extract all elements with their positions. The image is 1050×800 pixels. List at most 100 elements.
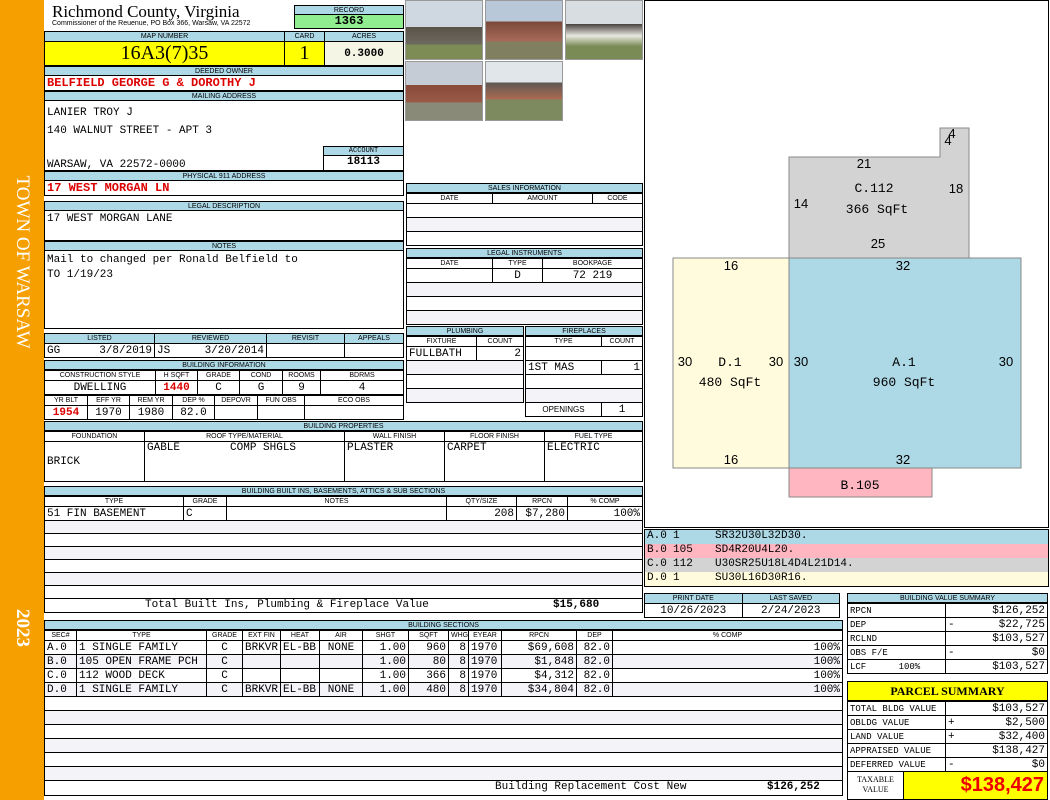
section-cell: 1970	[468, 682, 502, 697]
bi-grade-header: GRADE	[183, 496, 227, 507]
sales-label: SALES INFORMATION	[406, 183, 643, 193]
dim-c-left: 14	[794, 196, 808, 211]
bi-qty-header: QTY/SIZE	[446, 496, 517, 507]
section-cell: 82.0	[576, 668, 613, 683]
property-photo-4[interactable]	[405, 61, 483, 121]
property-photo-2[interactable]	[485, 0, 563, 60]
section-cell: 1970	[468, 640, 502, 655]
vector-code: 1	[673, 572, 680, 584]
fixture-header: FIXTURE	[406, 336, 477, 347]
vector-row-a[interactable]: A.0 1 SR32U30L32D30.	[645, 530, 1048, 544]
vector-sec: B.0	[647, 544, 667, 556]
sales-row	[406, 231, 643, 246]
instr-row	[406, 282, 643, 297]
summary-label: DEFERRED VALUE	[847, 757, 946, 772]
office-address: Commissioner of the Reuenue, PO Box 366,…	[52, 20, 251, 27]
vector-path: U30SR25U18L4D4L21D14.	[715, 558, 854, 570]
bi-rpcn-header: RPCN	[516, 496, 568, 507]
property-photo-1[interactable]	[405, 0, 483, 60]
sections-total: Building Replacement Cost New $126,252	[44, 781, 843, 796]
foundation: BRICK	[44, 441, 145, 482]
section-cell: 366	[408, 668, 449, 683]
label-d-area: 480 SqFt	[699, 375, 761, 390]
section-cell: 8	[448, 668, 469, 683]
revisit-header: REVISIT	[266, 333, 345, 344]
dim-c-notch-h: 4	[944, 133, 951, 148]
bi-grade: C	[183, 506, 227, 521]
fireplaces-label: FIREPLACES	[525, 326, 643, 336]
summary-label: RPCN	[847, 603, 946, 618]
bi-empty-row	[44, 520, 643, 534]
mailing-label: MAILING ADDRESS	[44, 91, 404, 101]
card-number: 1	[284, 41, 325, 66]
section-header: AIR	[319, 630, 363, 641]
table-row: D.0 1 SINGLE FAMILY C BRKVR EL-BB NONE 1.00 480…	[44, 682, 843, 697]
fp-row	[525, 374, 643, 389]
building-sketch[interactable]: 21 14 18 25 4 4 C.112 366 SqFt 16 16 30 …	[644, 0, 1050, 528]
bi-empty-row	[44, 559, 643, 573]
fixture-type: FULLBATH	[406, 346, 477, 361]
depovr	[214, 405, 258, 420]
section-cell: 82.0	[576, 640, 613, 655]
building-info-label: BUILDING INFORMATION	[44, 360, 404, 370]
fp-type-header: TYPE	[525, 336, 602, 347]
section-cell: 1970	[468, 654, 502, 669]
section-cell: 8	[448, 654, 469, 669]
bi-notes	[226, 506, 447, 521]
fuel-type: ELECTRIC	[544, 441, 643, 482]
summary-value: $32,400	[998, 730, 1045, 743]
instr-date-header: DATE	[406, 258, 493, 269]
th-wall: WALL FINISH	[344, 431, 445, 442]
table-row	[44, 766, 843, 781]
empty-row	[44, 766, 843, 781]
print-date: 10/26/2023	[644, 603, 743, 618]
appeals-cell	[344, 343, 404, 358]
bi-qty: 208	[446, 506, 517, 521]
empty-row	[44, 724, 843, 739]
notes: NOTES Mail to changed per Ronald Belfiel…	[44, 241, 404, 329]
section-cell: NONE	[319, 640, 363, 655]
plumbing-label: PLUMBING	[406, 326, 524, 336]
acres-value: 0.3000	[324, 41, 404, 66]
table-row: A.0 1 SINGLE FAMILY C BRKVR EL-BB NONE 1.00 960…	[44, 640, 843, 655]
section-cell: BRKVR	[242, 682, 281, 697]
th-fuel: FUEL TYPE	[544, 431, 643, 442]
vector-path: SR32U30L32D30.	[715, 530, 808, 542]
sections-label: BUILDING SECTIONS	[44, 620, 843, 630]
taxable-label: TAXABLE VALUE	[848, 772, 904, 799]
grade: C	[197, 380, 240, 395]
summary-sign: -	[948, 618, 955, 631]
property-photo-5[interactable]	[485, 61, 563, 121]
section-cell: BRKVR	[242, 640, 281, 655]
vector-path: SU30L16D30R16.	[715, 572, 808, 584]
table-row: B.0 105 OPEN FRAME PCH C 1.00 80 8 1970 $1,848 8…	[44, 654, 843, 669]
reviewed-by: JS	[157, 344, 171, 357]
section-cell: NONE	[319, 682, 363, 697]
th-bdrms: BDRMS	[320, 370, 404, 381]
property-photo-3[interactable]	[565, 0, 643, 60]
vector-row-d[interactable]: D.0 1 SU30L16D30R16.	[645, 572, 1048, 586]
vector-row-b[interactable]: B.0 105 SD4R20U4L20.	[645, 544, 1048, 558]
map-label: MAP NUMBER	[44, 31, 285, 42]
section-header: SEC#	[44, 630, 77, 641]
summary-value: $103,527	[992, 660, 1045, 673]
built-ins: BUILDING BUILT INS, BASEMENTS, ATTICS & …	[44, 486, 643, 613]
summary-sign: +	[948, 730, 955, 743]
listing-table: LISTED REVIEWED REVISIT APPEALS GG 3/8/2019 …	[44, 333, 404, 358]
section-header: SQFT	[408, 630, 449, 641]
notes-line-1: Mail to changed per Ronald Belfield to	[47, 254, 298, 266]
label-b: B.105	[840, 478, 879, 493]
vector-row-c[interactable]: C.0 112 U30SR25U18L4D4L21D14.	[645, 558, 1048, 572]
th-yrblt: YR BLT	[44, 395, 88, 406]
summary-label: DEP	[847, 617, 946, 632]
section-cell: A.0	[44, 640, 77, 655]
section-cell	[280, 668, 320, 683]
section-cell: C	[206, 682, 243, 697]
dim-d-bottom: 16	[724, 452, 738, 467]
appeals-header: APPEALS	[344, 333, 404, 344]
th-ecoobs: ECO OBS	[304, 395, 404, 406]
sales-amount-header: AMOUNT	[492, 193, 593, 204]
parcel-summary: PARCEL SUMMARY TOTAL BLDG VALUE $103,527 O…	[847, 681, 1048, 800]
summary-sign: -	[948, 646, 955, 659]
summary-value: $22,725	[998, 618, 1045, 631]
